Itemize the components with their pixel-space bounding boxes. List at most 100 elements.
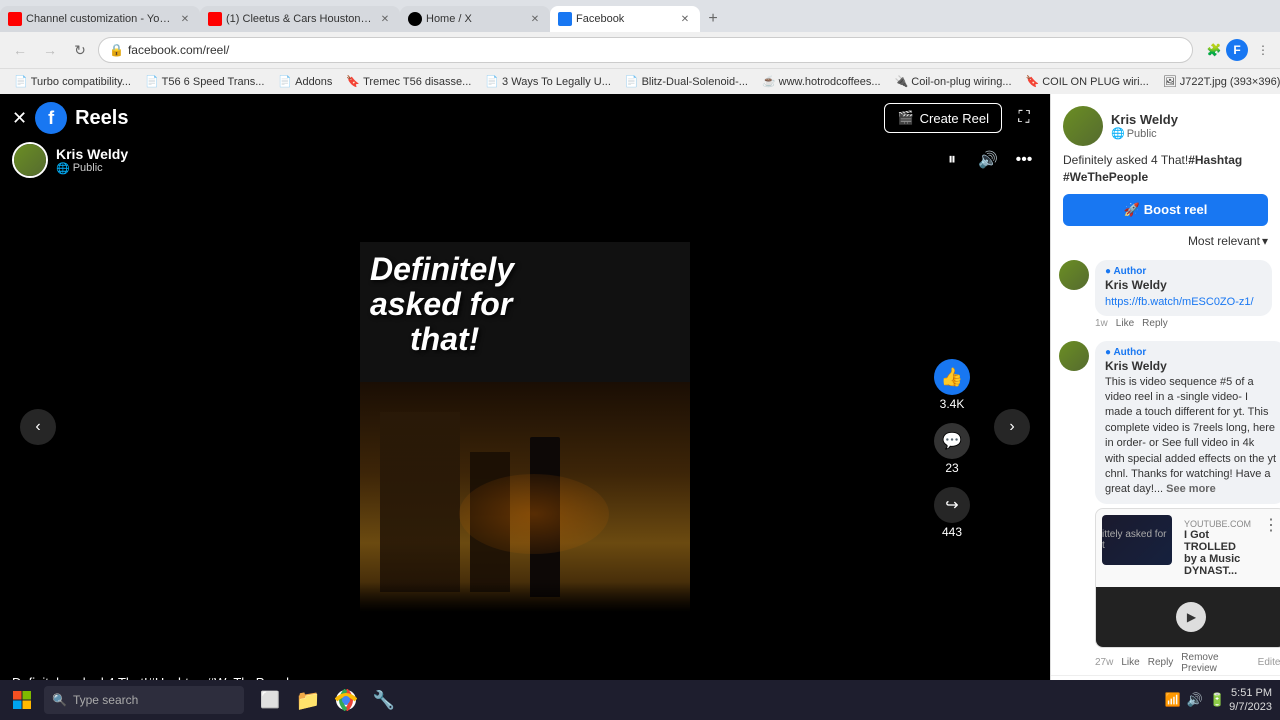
reel-topbar-right: 🎬 Create Reel ⛶ bbox=[884, 103, 1038, 133]
author-tag-2: ● Author bbox=[1105, 347, 1276, 358]
bookmark-9[interactable]: 🖼 J722T.jpg (393×396) bbox=[1157, 72, 1280, 92]
reel-topbar: ✕ f Reels 🎬 Create Reel ⛶ bbox=[0, 94, 1050, 142]
comment-link-1[interactable]: https://fb.watch/mESC0ZO-z1/ bbox=[1105, 296, 1254, 308]
taskbar-right: 📶 🔊 🔋 5:51 PM 9/7/2023 bbox=[1165, 686, 1280, 715]
bookmark-0[interactable]: 📄 Turbo compatibility... bbox=[8, 72, 137, 92]
taskbar-pinned-apps: ⬜ 📁 🔧 bbox=[252, 680, 402, 720]
rp-author-avatar bbox=[1063, 106, 1103, 146]
next-reel-button[interactable]: › bbox=[994, 409, 1030, 445]
network-icon: 📶 bbox=[1165, 692, 1181, 708]
volume-button[interactable]: 🔊 bbox=[974, 146, 1002, 174]
tab-twitter[interactable]: Home / X ✕ bbox=[400, 6, 550, 32]
fb-favicon bbox=[558, 12, 572, 26]
taskbar-search[interactable]: 🔍 Type search bbox=[44, 686, 244, 714]
like-comment-2[interactable]: Like bbox=[1121, 657, 1139, 668]
address-bar[interactable]: 🔒 facebook.com/reel/ bbox=[98, 37, 1193, 63]
pause-button[interactable]: ⏸ bbox=[938, 146, 966, 174]
tab-close-4[interactable]: ✕ bbox=[678, 12, 692, 26]
tab-label-2: (1) Cleetus & Cars Houston Rac... bbox=[226, 13, 374, 25]
more-options-button[interactable]: ••• bbox=[1010, 146, 1038, 174]
comment-author-name-1: Kris Weldy bbox=[1105, 278, 1262, 292]
tab-facebook[interactable]: Facebook ✕ bbox=[550, 6, 700, 32]
reply-comment-2[interactable]: Reply bbox=[1148, 657, 1174, 668]
taskbar-date: 9/7/2023 bbox=[1229, 700, 1272, 714]
taskview-icon: ⬜ bbox=[260, 690, 280, 710]
menu-button[interactable]: ⋮ bbox=[1254, 41, 1272, 59]
bookmark-8[interactable]: 🔖 COIL ON PLUG wiri... bbox=[1020, 72, 1155, 92]
tab-close-3[interactable]: ✕ bbox=[528, 12, 542, 26]
close-button[interactable]: ✕ bbox=[12, 108, 27, 129]
taskbar-time: 5:51 PM bbox=[1229, 686, 1272, 700]
rp-author-details: Kris Weldy 🌐 Public bbox=[1111, 112, 1178, 140]
forward-button[interactable]: → bbox=[38, 38, 62, 62]
comment-actions-2: 27w Like Reply Remove Preview Edited bbox=[1095, 652, 1280, 674]
bookmark-1[interactable]: 📄 T56 6 Speed Trans... bbox=[139, 72, 270, 92]
create-reel-button[interactable]: 🎬 Create Reel bbox=[884, 103, 1002, 133]
taskbar: 🔍 Type search ⬜ 📁 🔧 📶 🔊 🔋 bbox=[0, 680, 1280, 720]
reel-video-area: ‹ Definitely asked for that! bbox=[0, 186, 1050, 667]
extensions-icon[interactable]: 🧩 bbox=[1205, 41, 1223, 59]
start-button[interactable] bbox=[0, 680, 44, 720]
rp-author-name: Kris Weldy bbox=[1111, 112, 1178, 127]
bookmark-7[interactable]: 🔌 Coil-on-plug wiring... bbox=[889, 72, 1018, 92]
taskbar-chrome[interactable] bbox=[328, 680, 364, 720]
comment-bubble-2: ● Author Kris Weldy This is video sequen… bbox=[1095, 341, 1280, 504]
refresh-button[interactable]: ↻ bbox=[68, 38, 92, 62]
comment-author-name-2: Kris Weldy bbox=[1105, 359, 1276, 373]
boost-reel-button[interactable]: 🚀 Boost reel bbox=[1063, 194, 1268, 226]
comment-group: 💬 23 bbox=[934, 423, 970, 475]
yt-more-options[interactable]: ⋮ bbox=[1263, 515, 1279, 535]
reels-title: Reels bbox=[75, 107, 128, 130]
tab-youtube-cleetus[interactable]: (1) Cleetus & Cars Houston Rac... ✕ bbox=[200, 6, 400, 32]
prev-reel-button[interactable]: ‹ bbox=[20, 409, 56, 445]
yt-source: YOUTUBE.COM bbox=[1184, 519, 1251, 529]
like-button[interactable]: 👍 bbox=[934, 359, 970, 395]
chevron-down-icon: ▾ bbox=[1262, 234, 1268, 248]
yt-play-button[interactable]: ▶ bbox=[1176, 602, 1206, 632]
taskbar-clock[interactable]: 5:51 PM 9/7/2023 bbox=[1229, 686, 1272, 715]
bookmark-3[interactable]: 🔖 Tremec T56 disasse... bbox=[340, 72, 477, 92]
profile-icon[interactable]: F bbox=[1226, 39, 1248, 61]
comment-avatar-2 bbox=[1059, 341, 1089, 371]
comment-button[interactable]: 💬 bbox=[934, 423, 970, 459]
share-button[interactable]: ↪ bbox=[934, 487, 970, 523]
youtube-preview[interactable]: ittely asked for t YOUTUBE.COM I Got TRO… bbox=[1095, 508, 1280, 648]
bookmark-6[interactable]: ☕ www.hotrodcoffees... bbox=[756, 72, 887, 92]
reply-comment-1[interactable]: Reply bbox=[1142, 318, 1168, 329]
tab-close-2[interactable]: ✕ bbox=[378, 12, 392, 26]
bookmark-5[interactable]: 📄 Blitz-Dual-Solenoid-... bbox=[619, 72, 754, 92]
bookmark-4[interactable]: 📄 3 Ways To Legally U... bbox=[479, 72, 617, 92]
share-group: ↪ 443 bbox=[934, 487, 970, 539]
taskbar-taskview[interactable]: ⬜ bbox=[252, 680, 288, 720]
yt-thumbnail: ittely asked for t bbox=[1102, 515, 1172, 565]
reel-text-overlay: Definitely asked for that! bbox=[370, 252, 680, 358]
yt-label: ittely asked for t bbox=[1102, 529, 1172, 551]
reel-actions: 👍 3.4K 💬 23 ↪ 443 bbox=[934, 359, 970, 547]
back-button[interactable]: ← bbox=[8, 38, 32, 62]
rp-description: Definitely asked 4 That!#Hashtag #WeTheP… bbox=[1051, 152, 1280, 194]
yt-title: I Got TROLLED by a Music DYNAST... bbox=[1184, 529, 1251, 577]
tab-close[interactable]: ✕ bbox=[178, 12, 192, 26]
see-more-2[interactable]: See more bbox=[1166, 483, 1216, 495]
building-silhouette bbox=[380, 412, 460, 592]
reel-video-content: Definitely asked for that! bbox=[360, 242, 690, 612]
most-relevant-dropdown[interactable]: Most relevant ▾ bbox=[1051, 234, 1280, 254]
comment-time-2: 27w bbox=[1095, 657, 1113, 668]
taskbar-app4[interactable]: 🔧 bbox=[366, 680, 402, 720]
browser-chrome: Channel customization - YouTu... ✕ (1) C… bbox=[0, 0, 1280, 94]
tab-youtube-channel[interactable]: Channel customization - YouTu... ✕ bbox=[0, 6, 200, 32]
comments-area: ● Author Kris Weldy https://fb.watch/mES… bbox=[1051, 254, 1280, 675]
video-icon: 🎬 bbox=[897, 110, 913, 126]
remove-preview-2[interactable]: Remove Preview bbox=[1181, 652, 1249, 674]
bookmark-2[interactable]: 📄 Addons bbox=[272, 72, 338, 92]
taskbar-explorer[interactable]: 📁 bbox=[290, 680, 326, 720]
reels-logo: ✕ f Reels bbox=[12, 102, 128, 134]
fullscreen-button[interactable]: ⛶ bbox=[1010, 104, 1038, 132]
share-count: 443 bbox=[942, 525, 962, 539]
yt-favicon bbox=[8, 12, 22, 26]
new-tab-button[interactable]: + bbox=[700, 6, 726, 32]
reel-controls: ⏸ 🔊 ••• bbox=[938, 146, 1038, 174]
like-comment-1[interactable]: Like bbox=[1116, 318, 1134, 329]
comment-avatar-1 bbox=[1059, 260, 1089, 290]
system-tray-icons: 📶 🔊 🔋 bbox=[1165, 692, 1226, 708]
